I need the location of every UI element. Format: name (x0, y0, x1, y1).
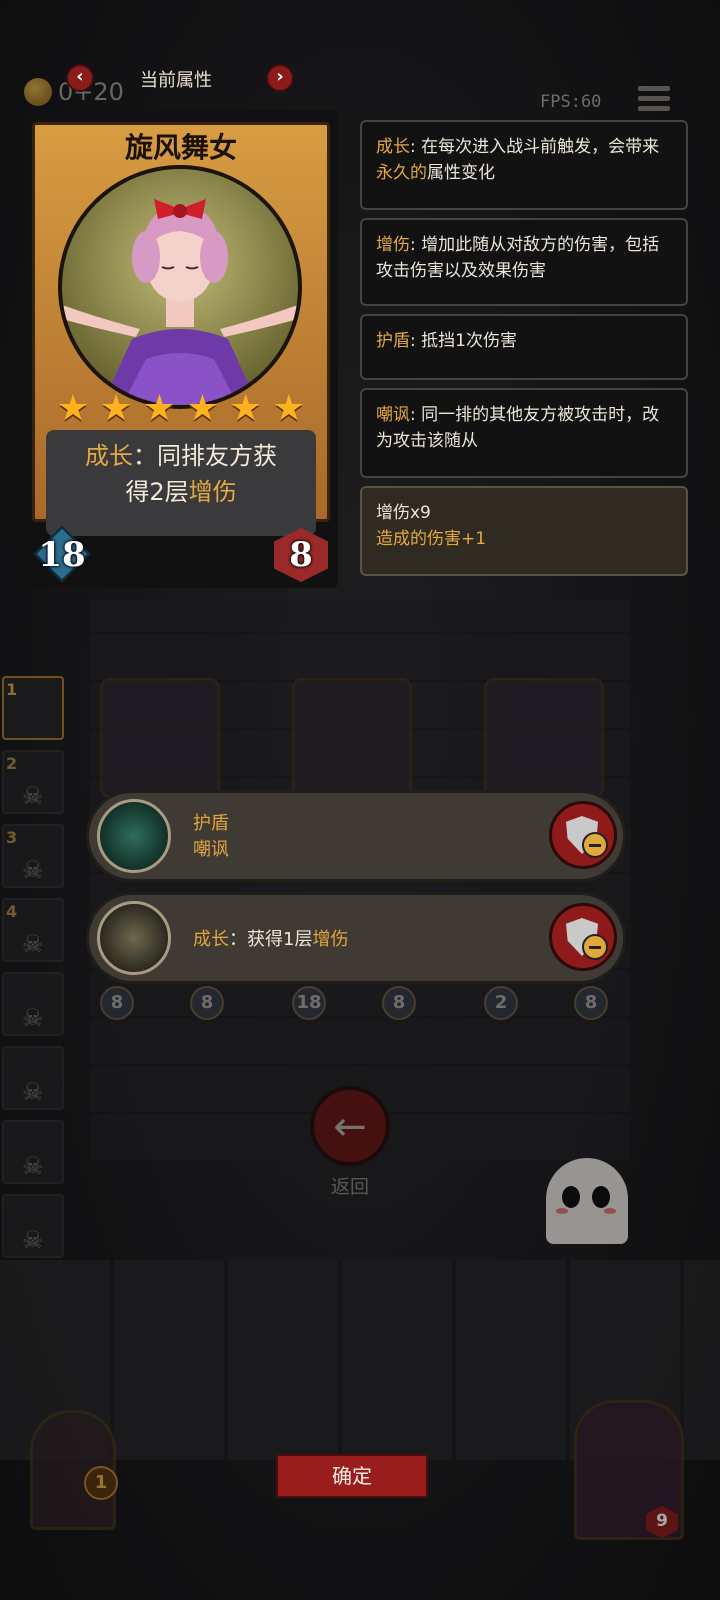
tooltip-highlight: 永久的 (376, 163, 427, 183)
health-badge: 8 (274, 528, 328, 582)
next-arrow-button[interactable]: › (266, 64, 294, 92)
tooltip-text: : 同一排的其他友方被攻击时，改为攻击该随从 (376, 405, 660, 451)
shield-crystal-icon (97, 799, 171, 873)
ability-keyword: 成长 (85, 442, 133, 470)
tooltip-text: : 增加此随从对敌方的伤害，包括攻击伤害以及效果伤害 (376, 235, 660, 281)
attribute-title-bar: ‹ 当前属性 › (66, 62, 296, 94)
card-name: 旋风舞女 (124, 131, 237, 164)
remove-buff-button[interactable] (549, 903, 617, 971)
tooltip-damage-boost: 增伤: 增加此随从对敌方的伤害，包括攻击伤害以及效果伤害 (360, 218, 688, 306)
star-icon: ★ (100, 388, 133, 429)
tooltip-keyword: 护盾 (376, 331, 410, 351)
tooltip-text: : 抵挡1次伤害 (410, 331, 517, 351)
tooltip-keyword: 增伤 (376, 235, 410, 255)
menu-icon[interactable] (638, 86, 670, 114)
buff-info-line1: 增伤x9 (376, 503, 431, 523)
minus-icon (582, 934, 608, 960)
star-icon: ★ (272, 388, 306, 429)
buff-info-line2: 造成的伤害+1 (376, 529, 487, 549)
tooltip-shield: 护盾: 抵挡1次伤害 (360, 314, 688, 380)
prev-arrow-button[interactable]: ‹ (66, 64, 94, 92)
green-crystal-icon (97, 901, 171, 975)
tooltip-keyword: 成长 (376, 137, 410, 157)
tooltip-growth: 成长: 在每次进入战斗前触发，会带来永久的属性变化 (360, 120, 688, 210)
star-icon: ★ (143, 388, 176, 429)
attack-value: 18 (38, 535, 86, 575)
tooltip-tail: 属性变化 (427, 163, 495, 183)
star-icon: ★ (56, 388, 90, 429)
tooltip-keyword: 嘲讽 (376, 405, 410, 425)
minus-icon (582, 832, 608, 858)
ability-highlight: 增伤 (188, 478, 237, 506)
confirm-button[interactable]: 确定 (276, 1454, 428, 1498)
buff-line1: 护盾 (193, 813, 229, 834)
attack-badge: 18 (33, 525, 91, 583)
fps-counter: FPS:60 (540, 92, 602, 112)
buff-label: 成长：获得1层增伤 (193, 927, 348, 953)
remove-buff-button[interactable] (549, 801, 617, 869)
buff-highlight: 增伤 (312, 929, 349, 950)
page-title: 当前属性 (140, 70, 212, 91)
buff-keyword: 成长 (193, 929, 229, 950)
buff-text: ：获得1层 (229, 929, 313, 950)
star-rating: ★ ★ ★ ★ ★ ★ (56, 388, 306, 429)
buff-row-shield-taunt[interactable]: 护盾 嘲讽 (86, 790, 626, 882)
ability-text: 成长：同排友方获 得2层增伤 (50, 438, 312, 510)
star-icon: ★ (229, 388, 262, 429)
buff-row-growth[interactable]: 成长：获得1层增伤 (86, 892, 626, 984)
hero-card[interactable]: 旋风舞女 ★ ★ ★ ★ ★ ★ 成长：同排友方获 得2层增伤 18 8 (24, 110, 338, 588)
gold-coin-icon (24, 78, 52, 106)
health-value: 8 (289, 535, 313, 575)
buff-line2: 嘲讽 (193, 839, 229, 860)
tooltip-text: : 在每次进入战斗前触发，会带来 (410, 137, 660, 157)
ability-desc-2: 得2层 (125, 478, 189, 506)
buff-info-box: 增伤x9 造成的伤害+1 (360, 486, 688, 576)
hero-portrait (58, 165, 302, 409)
ability-desc-1: ：同排友方获 (133, 442, 277, 470)
star-icon: ★ (186, 388, 219, 429)
tooltip-taunt: 嘲讽: 同一排的其他友方被攻击时，改为攻击该随从 (360, 388, 688, 478)
buff-label: 护盾 嘲讽 (193, 811, 229, 863)
